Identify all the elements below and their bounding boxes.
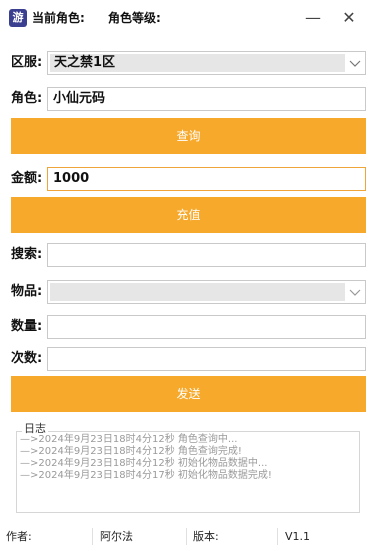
query-button[interactable]: 查询 — [11, 118, 366, 154]
server-label: 区服: — [11, 55, 43, 70]
send-button[interactable]: 发送 — [11, 376, 366, 412]
item-select[interactable] — [47, 280, 366, 304]
role-label: 角色: — [11, 91, 43, 106]
item-label: 物品: — [11, 284, 43, 299]
server-value: 天之禁1区 — [50, 54, 345, 72]
log-line: —>2024年9月23日18时4分12秒 角色查询完成! — [20, 446, 242, 457]
status-divider — [92, 528, 93, 545]
quantity-input[interactable] — [47, 315, 366, 339]
title-bar: 游 当前角色: 角色等级: — ✕ — [0, 0, 378, 36]
search-input[interactable] — [47, 243, 366, 267]
log-line: —>2024年9月23日18时4分17秒 初始化物品数据完成! — [20, 470, 272, 481]
author-label: 作者: — [6, 530, 32, 543]
search-label: 搜索: — [11, 247, 43, 262]
log-line: —>2024年9月23日18时4分12秒 角色查询中... — [20, 434, 238, 445]
role-level-label: 角色等级: — [108, 11, 161, 25]
item-value — [50, 283, 345, 301]
recharge-button[interactable]: 充值 — [11, 197, 366, 233]
status-divider — [277, 528, 278, 545]
times-label: 次数: — [11, 351, 43, 366]
role-input[interactable]: 小仙元码 — [47, 87, 366, 111]
times-input[interactable] — [47, 347, 366, 371]
status-divider — [186, 528, 187, 545]
version-value: V1.1 — [285, 530, 311, 543]
quantity-label: 数量: — [11, 319, 43, 334]
log-line: —>2024年9月23日18时4分12秒 初始化物品数据中... — [20, 458, 268, 469]
current-role-label: 当前角色: — [32, 11, 85, 25]
close-button[interactable]: ✕ — [336, 6, 362, 30]
minimize-button[interactable]: — — [300, 6, 326, 30]
author-value: 阿尔法 — [100, 530, 133, 543]
server-select[interactable]: 天之禁1区 — [47, 51, 366, 75]
chevron-down-icon — [349, 289, 361, 296]
version-label: 版本: — [193, 530, 219, 543]
chevron-down-icon — [349, 60, 361, 67]
amount-input[interactable]: 1000 — [47, 167, 366, 191]
amount-label: 金额: — [11, 171, 43, 186]
app-icon: 游 — [9, 9, 27, 27]
